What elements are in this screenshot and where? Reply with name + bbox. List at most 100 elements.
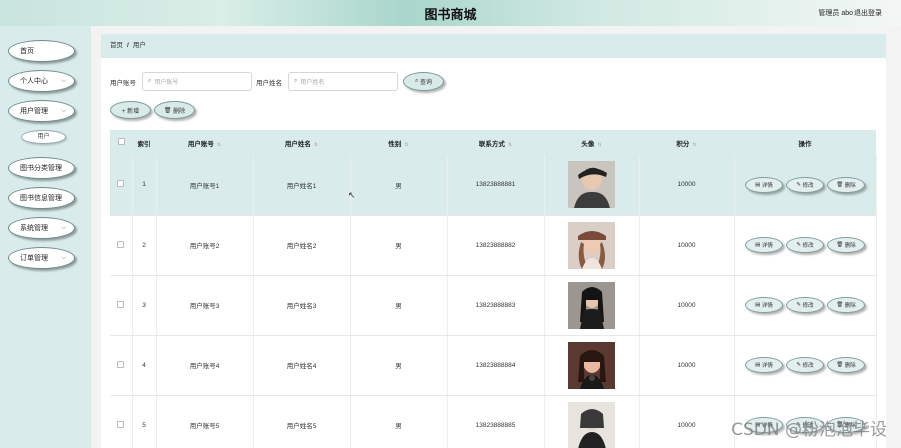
sidebar-item-home[interactable]: 首页 <box>8 40 75 62</box>
cell-name: 用户姓名5 <box>253 395 351 448</box>
edit-icon: ✎ <box>796 242 802 248</box>
avatar <box>568 281 615 329</box>
search-icon: ⌕ <box>414 78 419 84</box>
table-row: 1 用户账号1 用户姓名1 男 13823888881 10000 ▤ 详情 ✎… <box>110 155 877 216</box>
edit-icon: ✎ <box>796 181 802 188</box>
delete-button[interactable]: 🗑 删除 <box>827 297 865 313</box>
sort-icon[interactable]: ⇅ <box>692 142 696 148</box>
trash-icon: 🗑 <box>836 362 844 368</box>
chevron-down-icon: ⌵ <box>61 108 66 114</box>
col-index: 索引 <box>132 130 156 155</box>
sidebar-item-orders[interactable]: 订单管理 ⌵ <box>8 247 75 269</box>
sidebar-item-book-info[interactable]: 图书信息管理 <box>8 187 75 209</box>
cell-index: 3 <box>132 275 157 336</box>
col-avatar[interactable]: 头像 ⇅ <box>544 130 639 155</box>
breadcrumb-separator: / <box>127 42 129 49</box>
sidebar-item-profile[interactable]: 个人中心 ⌵ <box>8 70 75 92</box>
row-checkbox[interactable] <box>117 420 125 428</box>
search-icon: ⌕ <box>294 78 298 84</box>
sort-icon[interactable]: ⇅ <box>404 142 408 148</box>
edit-button[interactable]: ✎ 修改 <box>786 176 824 193</box>
edit-button[interactable]: ✎ 修改 <box>786 357 824 373</box>
cell-account: 用户账号1 <box>156 155 254 216</box>
row-checkbox[interactable] <box>117 360 125 368</box>
col-points[interactable]: 积分 ⇅ <box>639 130 734 155</box>
select-all-checkbox[interactable] <box>117 138 125 145</box>
chevron-down-icon: ⌵ <box>61 78 66 84</box>
avatar <box>568 341 615 389</box>
document-icon: ▤ <box>755 362 761 368</box>
table-header-row: 索引 用户账号 ⇅ 用户姓名 ⇅ 性别 ⇅ 联系方式 ⇅ 头像 ⇅ 积分 ⇅ 操作 <box>110 130 876 155</box>
cell-points: 10000 <box>639 155 735 216</box>
app-title: 图书商城 <box>424 8 477 23</box>
table-row: 4 用户账号4 用户姓名4 男 13823888884 10000 ▤ 详情 ✎… <box>110 335 877 396</box>
user-table: 索引 用户账号 ⇅ 用户姓名 ⇅ 性别 ⇅ 联系方式 ⇅ 头像 ⇅ 积分 ⇅ 操作 1 用户… <box>110 130 877 448</box>
search-icon: ⌕ <box>148 78 152 84</box>
col-gender[interactable]: 性别 ⇅ <box>350 130 447 155</box>
cell-account: 用户账号3 <box>156 275 254 336</box>
sidebar-item-system[interactable]: 系统管理 ⌵ <box>8 217 75 239</box>
sidebar-item-book-category[interactable]: 图书分类管理 <box>8 157 75 179</box>
cell-name: 用户姓名4 <box>253 335 351 396</box>
row-checkbox[interactable] <box>117 180 125 188</box>
name-search-input[interactable]: ⌕ 用户姓名 <box>288 72 398 91</box>
cell-account: 用户账号5 <box>156 395 254 448</box>
delete-button[interactable]: 🗑 删除 <box>827 237 865 253</box>
detail-button[interactable]: ▤ 详情 <box>745 297 783 313</box>
batch-delete-button[interactable]: 🗑 删除 <box>154 101 195 119</box>
account-search-label: 用户账号 <box>110 80 136 87</box>
detail-button[interactable]: ▤ 详情 <box>745 357 783 373</box>
trash-icon: 🗑 <box>836 302 844 308</box>
top-bar: 图书商城 管理员 abo 退出登录 <box>0 0 901 26</box>
sort-icon[interactable]: ⇅ <box>508 142 512 148</box>
cell-account: 用户账号2 <box>156 215 254 276</box>
cell-phone: 13823888883 <box>447 275 545 336</box>
col-actions: 操作 <box>734 130 876 155</box>
logout-link[interactable]: 退出登录 <box>854 8 882 18</box>
col-name[interactable]: 用户姓名 ⇅ <box>253 130 350 155</box>
add-button[interactable]: + 新增 <box>110 101 151 119</box>
col-phone[interactable]: 联系方式 ⇅ <box>447 130 544 155</box>
cell-phone: 13823888881 <box>447 155 545 216</box>
cell-account: 用户账号4 <box>156 335 254 396</box>
cell-index: 5 <box>132 395 157 448</box>
trash-icon: 🗑 <box>163 107 172 114</box>
sidebar-item-user-mgmt[interactable]: 用户管理 ⌵ <box>8 100 75 122</box>
breadcrumb-current: 用户 <box>132 42 146 49</box>
row-checkbox[interactable] <box>117 240 125 248</box>
account-search-input[interactable]: ⌕ 用户账号 <box>142 72 252 91</box>
col-account[interactable]: 用户账号 ⇅ <box>156 130 253 155</box>
cell-points: 10000 <box>639 275 735 336</box>
cell-points: 10000 <box>639 215 735 276</box>
breadcrumb-home[interactable]: 首页 <box>110 42 123 49</box>
cell-points: 10000 <box>639 335 735 396</box>
breadcrumb: 首页 / 用户 <box>101 34 886 58</box>
sort-icon[interactable]: ⇅ <box>597 142 601 148</box>
document-icon: ▤ <box>755 242 761 248</box>
cell-phone: 13823888885 <box>447 395 545 448</box>
query-button[interactable]: ⌕ 查询 <box>403 72 444 91</box>
cell-index: 4 <box>132 335 157 396</box>
name-search-label: 用户姓名 <box>256 80 282 87</box>
edit-button[interactable]: ✎ 修改 <box>786 297 824 313</box>
sort-icon[interactable]: ⇅ <box>217 142 221 148</box>
avatar <box>568 161 615 209</box>
sort-icon[interactable]: ⇅ <box>314 142 318 148</box>
edit-button[interactable]: ✎ 修改 <box>786 237 824 253</box>
cell-gender: 男 <box>350 275 448 336</box>
edit-icon: ✎ <box>796 302 802 308</box>
main-content: 首页 / 用户 用户账号 ⌕ 用户账号 用户姓名 ⌕ 用户姓名 ⌕ 查询 + 新增 🗑 … <box>101 34 886 448</box>
cell-points: 10000 <box>639 395 735 448</box>
delete-button[interactable]: 🗑 删除 <box>827 357 865 373</box>
current-user: 管理员 abo <box>818 10 853 17</box>
sidebar: 首页 个人中心 ⌵ 用户管理 ⌵ 用户 图书分类管理 图书信息管理 系统管理 ⌵ 订单… <box>0 26 91 448</box>
sidebar-subitem-user[interactable]: 用户 <box>21 130 66 144</box>
watermark: CSDN @粉泡泡毕设 <box>731 420 887 440</box>
detail-button[interactable]: ▤ 详情 <box>745 237 783 253</box>
delete-button[interactable]: 🗑 删除 <box>827 176 865 193</box>
cell-name: 用户姓名2 <box>253 215 351 276</box>
row-checkbox[interactable] <box>117 300 125 308</box>
mouse-cursor-icon: ↖ <box>348 190 356 200</box>
detail-button[interactable]: ▤ 详情 <box>745 176 783 193</box>
trash-icon: 🗑 <box>836 181 844 188</box>
